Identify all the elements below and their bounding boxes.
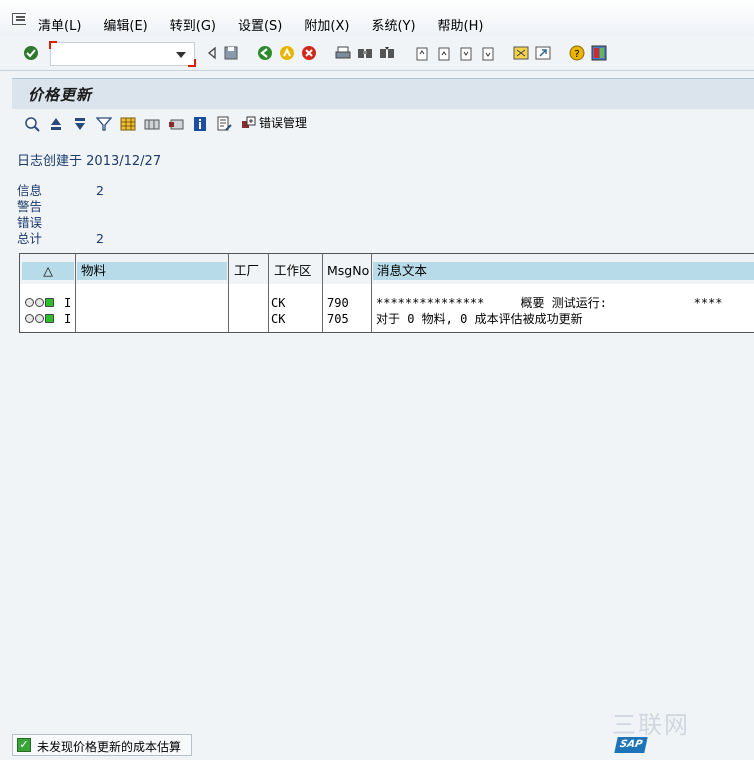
cell-msgno: 705: [327, 312, 349, 326]
menu-bar: 清单(L) 编辑(E) 转到(G) 设置(S) 附加(X) 系统(Y) 帮助(H…: [0, 0, 754, 36]
stat-value: 2: [96, 183, 104, 198]
log-statistics: 信息 2 警告 错误 总计 2: [17, 183, 104, 247]
stat-error: 错误: [17, 215, 42, 231]
back-arrow-icon[interactable]: [204, 45, 220, 61]
light-off: [25, 298, 34, 307]
cancel-icon[interactable]: [301, 45, 317, 61]
stat-info: 信息 2: [17, 183, 104, 199]
exit-icon[interactable]: [279, 45, 295, 61]
title-bar: 价格更新: [12, 78, 754, 109]
success-check-icon: ✓: [17, 738, 31, 752]
sort-descending-icon[interactable]: [72, 116, 88, 132]
stat-label: 警告: [17, 199, 43, 214]
log-created-date: 2013/12/27: [86, 154, 162, 169]
find-next-icon[interactable]: [379, 45, 395, 61]
column-header-message-text[interactable]: 消息文本: [373, 262, 754, 280]
save-icon[interactable]: [223, 45, 239, 61]
print-icon[interactable]: [335, 45, 351, 61]
stat-warning: 警告: [17, 199, 42, 215]
stat-label: 信息: [17, 183, 43, 198]
status-bar[interactable]: ✓ 未发现价格更新的成本估算: [12, 734, 192, 756]
stat-label: 错误: [17, 215, 43, 230]
table-row[interactable]: I CK 790 *************** 概要 测试运行: ****: [20, 295, 754, 311]
column-header-material[interactable]: 物料: [77, 262, 227, 280]
command-field[interactable]: [49, 41, 196, 67]
back-icon[interactable]: [257, 45, 273, 61]
new-session-icon[interactable]: [513, 45, 529, 61]
enter-checkmark-icon[interactable]: [23, 45, 39, 61]
cell-type: I: [64, 296, 72, 310]
next-page-icon[interactable]: [458, 45, 474, 61]
menu-help[interactable]: 帮助(H): [438, 15, 484, 34]
menu-edit[interactable]: 编辑(E): [103, 15, 147, 34]
stat-value: 2: [96, 231, 104, 246]
last-page-icon[interactable]: [480, 45, 496, 61]
menu-list[interactable]: 清单(L): [38, 15, 81, 34]
expand-columns-icon[interactable]: [144, 116, 160, 132]
cell-area: CK: [271, 312, 286, 326]
document-edit-icon[interactable]: [216, 116, 232, 132]
sap-logo: SAP: [614, 737, 648, 753]
help-icon[interactable]: ?: [569, 45, 585, 61]
status-message: 未发现价格更新的成本估算: [37, 740, 182, 754]
cell-area: CK: [271, 296, 286, 310]
table-row[interactable]: I CK 705 对于 0 物料, 0 成本评估被成功更新: [20, 311, 754, 327]
menu-system[interactable]: 系统(Y): [371, 15, 415, 34]
status-lights-icon: [25, 314, 54, 323]
light-off: [35, 298, 44, 307]
error-management-label: 错误管理: [259, 116, 308, 130]
menu-icon[interactable]: [12, 13, 26, 25]
column-header-msgno[interactable]: MsgNo: [324, 262, 370, 280]
status-lights-icon: [25, 298, 54, 307]
first-page-icon[interactable]: [414, 45, 430, 61]
command-input[interactable]: [55, 43, 169, 65]
message-table: △ 物料 工厂 工作区 MsgNo 消息文本 I CK 790 ********…: [19, 253, 754, 333]
cell-message-text: 对于 0 物料, 0 成本评估被成功更新: [376, 312, 583, 326]
details-icon[interactable]: [24, 116, 40, 132]
sort-ascending-icon[interactable]: [48, 116, 64, 132]
svg-text:?: ?: [574, 49, 579, 60]
previous-page-icon[interactable]: [436, 45, 452, 61]
column-header-plant[interactable]: 工厂: [230, 262, 268, 280]
log-created-label: 日志创建于: [17, 154, 83, 169]
cell-message-text: *************** 概要 测试运行: ****: [376, 296, 723, 310]
menu-settings[interactable]: 设置(S): [238, 15, 282, 34]
filter-icon[interactable]: [96, 116, 112, 132]
stat-total: 总计 2: [17, 231, 104, 247]
column-header-type[interactable]: △: [22, 262, 74, 280]
cell-type: I: [64, 312, 72, 326]
column-header-area[interactable]: 工作区: [270, 262, 322, 280]
menu-items: 清单(L) 编辑(E) 转到(G) 设置(S) 附加(X) 系统(Y) 帮助(H…: [38, 15, 483, 34]
light-off: [35, 314, 44, 323]
cell-msgno: 790: [327, 296, 349, 310]
chevron-down-icon[interactable]: [176, 52, 186, 58]
page-title: 价格更新: [28, 86, 93, 104]
menu-goto[interactable]: 转到(G): [170, 15, 216, 34]
menu-extras[interactable]: 附加(X): [304, 15, 349, 34]
layout-grid-icon[interactable]: [120, 116, 136, 132]
collapse-columns-icon[interactable]: [168, 116, 184, 132]
application-toolbar: 错误管理: [12, 110, 754, 138]
layout-menu-icon[interactable]: [591, 45, 607, 61]
watermark: 三联网: [612, 711, 690, 739]
shortcut-icon[interactable]: [535, 45, 551, 61]
light-off: [25, 314, 34, 323]
log-created: 日志创建于 2013/12/27: [17, 150, 161, 169]
table-header: △ 物料 工厂 工作区 MsgNo 消息文本: [20, 254, 754, 284]
error-management-button[interactable]: 错误管理: [241, 114, 307, 131]
stat-label: 总计: [17, 231, 43, 246]
information-icon[interactable]: [192, 116, 208, 132]
error-management-icon: [242, 116, 256, 128]
find-icon[interactable]: [357, 45, 373, 61]
light-green: [45, 314, 54, 323]
light-green: [45, 298, 54, 307]
